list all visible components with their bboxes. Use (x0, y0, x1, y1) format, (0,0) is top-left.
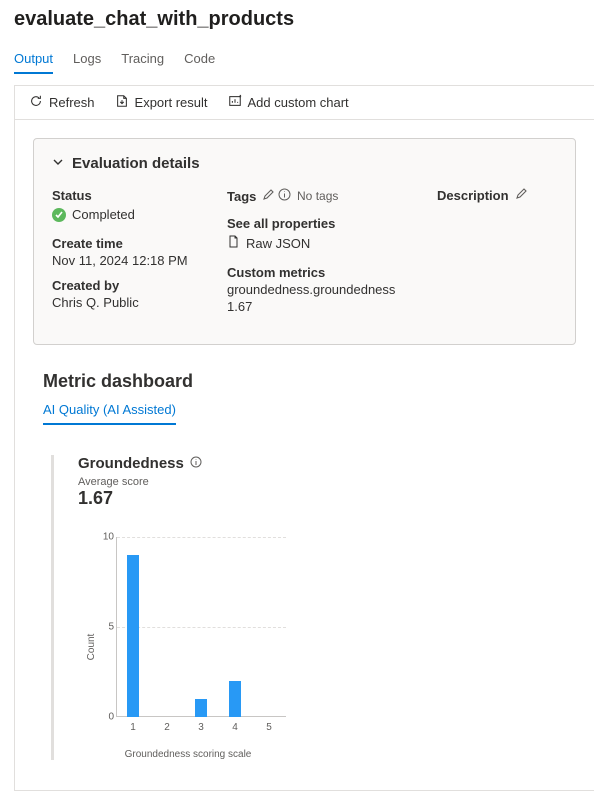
dashboard-title: Metric dashboard (43, 371, 576, 392)
chart-score: 1.67 (78, 488, 301, 509)
chart-xtick: 3 (184, 722, 218, 733)
refresh-icon (29, 94, 43, 111)
tags-label-row: Tags (227, 189, 274, 204)
create-time-value: Nov 11, 2024 12:18 PM (52, 253, 197, 268)
export-icon (115, 94, 129, 111)
file-icon (227, 235, 240, 251)
tab-tracing[interactable]: Tracing (121, 47, 164, 74)
info-icon[interactable] (190, 456, 202, 471)
refresh-label: Refresh (49, 95, 95, 110)
custom-metrics-value: 1.67 (227, 299, 407, 314)
tab-ai-quality[interactable]: AI Quality (AI Assisted) (43, 398, 176, 425)
add-chart-button[interactable]: Add custom chart (228, 94, 349, 111)
custom-metrics-label: Custom metrics (227, 265, 407, 280)
add-chart-label: Add custom chart (248, 95, 349, 110)
chevron-down-icon (52, 155, 64, 172)
status-value: Completed (52, 207, 135, 222)
dashboard-tabs: AI Quality (AI Assisted) (33, 398, 576, 425)
chart-ytick: 5 (86, 622, 114, 633)
primary-tabs: Output Logs Tracing Code (0, 47, 594, 75)
details-header[interactable]: Evaluation details (52, 155, 557, 172)
chart-bar (229, 681, 241, 717)
chart-bar (195, 699, 207, 717)
custom-metrics-name: groundedness.groundedness (227, 282, 407, 297)
see-all-properties[interactable]: See all properties (227, 216, 407, 231)
chart-xtick: 5 (252, 722, 286, 733)
chart-bar (127, 555, 139, 717)
check-icon (52, 208, 66, 222)
description-label: Description (437, 188, 509, 203)
tab-output[interactable]: Output (14, 47, 53, 74)
tab-logs[interactable]: Logs (73, 47, 101, 74)
chart-title: Groundedness (78, 455, 184, 472)
evaluation-details-card: Evaluation details Status Completed Crea… (33, 138, 576, 345)
chart-xtick: 2 (150, 722, 184, 733)
chart-ytick: 0 (86, 712, 114, 723)
raw-json-link[interactable]: Raw JSON (227, 235, 310, 251)
info-icon (278, 188, 291, 204)
groundedness-bar-chart: Count 12345 0510 (86, 537, 286, 747)
tags-label: Tags (227, 189, 256, 204)
export-button[interactable]: Export result (115, 94, 208, 111)
edit-icon[interactable] (262, 189, 274, 204)
toolbar: Refresh Export result Add custom chart (14, 85, 594, 120)
chart-xlabel: Groundedness scoring scale (98, 749, 278, 760)
tab-code[interactable]: Code (184, 47, 215, 74)
chart-icon (228, 94, 242, 111)
status-label: Status (52, 188, 197, 203)
chart-subtitle: Average score (78, 476, 301, 488)
chart-xtick: 4 (218, 722, 252, 733)
description-label-row: Description (437, 188, 527, 203)
chart-ylabel: Count (86, 634, 97, 661)
chart-xtick: 1 (116, 722, 150, 733)
export-label: Export result (135, 95, 208, 110)
page-title: evaluate_chat_with_products (14, 8, 594, 31)
details-title: Evaluation details (72, 155, 200, 172)
groundedness-card: Groundedness Average score 1.67 Count 12… (51, 455, 311, 760)
create-time-label: Create time (52, 236, 197, 251)
created-by-label: Created by (52, 278, 197, 293)
edit-icon[interactable] (515, 188, 527, 203)
refresh-button[interactable]: Refresh (29, 94, 95, 111)
chart-ytick: 10 (86, 532, 114, 543)
tags-value: No tags (278, 188, 338, 204)
created-by-value: Chris Q. Public (52, 295, 197, 310)
